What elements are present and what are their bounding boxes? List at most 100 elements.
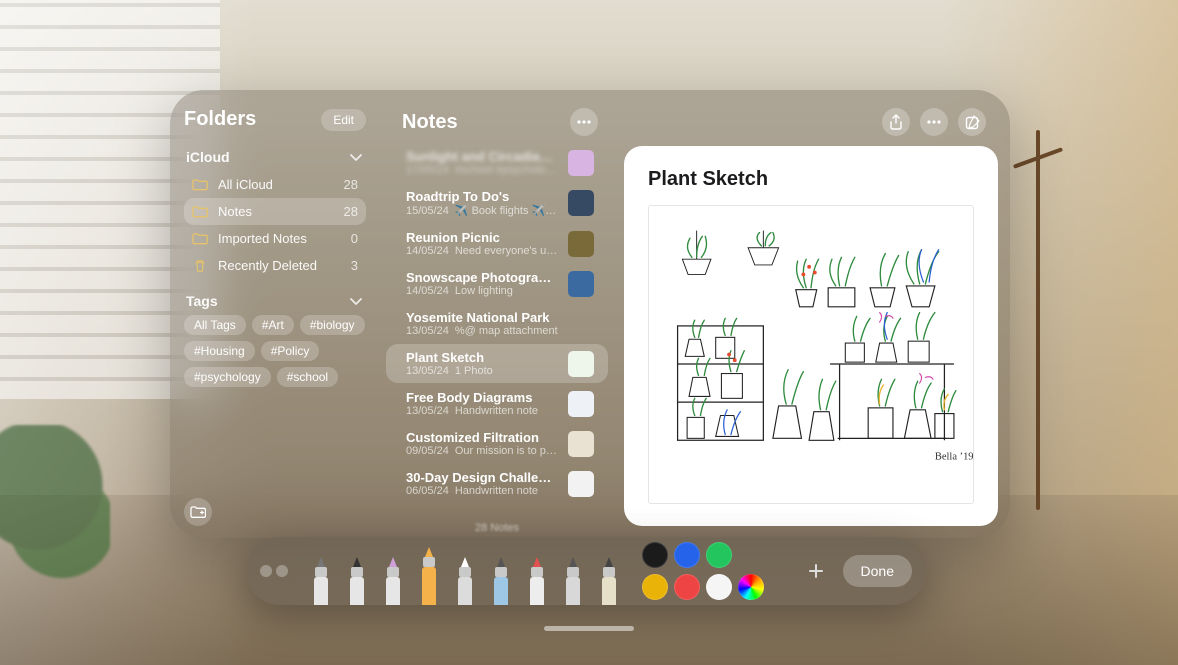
note-item-subtitle: 14/05/24Low lighting — [406, 285, 558, 297]
note-detail-column: Plant Sketch — [614, 90, 1010, 538]
note-item[interactable]: Free Body Diagrams13/05/24Handwritten no… — [386, 384, 608, 423]
note-item[interactable]: Plant Sketch13/05/241 Photo — [386, 344, 608, 383]
folders-sidebar: Folders Edit iCloud All iCloud 28 Notes 28 I… — [170, 90, 380, 538]
folder-icon — [192, 178, 208, 192]
note-item-title: Reunion Picnic — [406, 230, 558, 245]
color-swatch[interactable] — [674, 574, 700, 600]
sidebar-title: Folders — [184, 108, 256, 131]
plus-icon — [807, 562, 825, 580]
sketch-area[interactable]: Bella ’19 — [648, 205, 974, 504]
drawing-tool-palette[interactable]: Done — [246, 537, 926, 605]
tag--housing[interactable]: #Housing — [184, 341, 255, 361]
compose-icon — [965, 115, 980, 130]
tool-highlighter[interactable] — [414, 545, 444, 605]
tag-all-tags[interactable]: All Tags — [184, 315, 246, 335]
icloud-section-header[interactable]: iCloud — [186, 149, 364, 165]
new-folder-button[interactable] — [184, 498, 212, 526]
note-item-subtitle: 13/05/24Handwritten note — [406, 405, 558, 417]
note-thumbnail — [568, 271, 594, 297]
folder-count: 28 — [344, 177, 358, 192]
window-grabber[interactable] — [544, 626, 634, 631]
note-item[interactable]: 30-Day Design Challenge06/05/24Handwritt… — [386, 464, 608, 503]
sketch-signature: Bella ’19 — [935, 451, 973, 462]
note-item-subtitle: 13/05/24%@ map attachment — [406, 325, 594, 337]
pencil-icon — [486, 555, 516, 605]
tool-marker[interactable] — [378, 555, 408, 605]
tool-eraser[interactable] — [450, 555, 480, 605]
tag--school[interactable]: #school — [277, 367, 338, 387]
note-item-title: Roadtrip To Do's — [406, 189, 558, 204]
note-item[interactable]: Sunlight and Circadian Rhyt…17/05/24#sch… — [386, 143, 608, 182]
highlighter-icon — [414, 545, 444, 605]
folder-count: 3 — [351, 258, 358, 273]
note-item-title: Plant Sketch — [406, 350, 558, 365]
color-swatch[interactable] — [642, 542, 668, 568]
done-button[interactable]: Done — [843, 555, 912, 587]
note-item-subtitle: 17/05/24#school #psychology #b… — [406, 164, 558, 176]
note-item-title: Free Body Diagrams — [406, 390, 558, 405]
note-item[interactable]: Reunion Picnic14/05/24Need everyone's up… — [386, 224, 608, 263]
chevron-down-icon — [348, 149, 364, 165]
tags-section-header[interactable]: Tags — [186, 293, 364, 309]
tool-crayon[interactable] — [522, 555, 552, 605]
folder-label: All iCloud — [218, 177, 273, 192]
note-item-title: Customized Filtration — [406, 430, 558, 445]
folder-label: Notes — [218, 204, 252, 219]
color-picker-button[interactable] — [738, 574, 764, 600]
marker-icon — [378, 555, 408, 605]
note-item-subtitle: 06/05/24Handwritten note — [406, 485, 558, 497]
folder-item-recently-deleted[interactable]: Recently Deleted 3 — [184, 252, 366, 279]
folder-icon — [192, 205, 208, 219]
compose-button[interactable] — [958, 108, 986, 136]
folder-count: 28 — [344, 204, 358, 219]
tag--biology[interactable]: #biology — [300, 315, 365, 335]
note-title: Plant Sketch — [648, 168, 974, 191]
notes-list-more-button[interactable] — [570, 108, 598, 136]
tool-brush[interactable] — [594, 555, 624, 605]
tool-pen[interactable] — [306, 555, 336, 605]
note-item[interactable]: Yosemite National Park13/05/24%@ map att… — [386, 304, 608, 343]
note-item-subtitle: 13/05/241 Photo — [406, 365, 558, 377]
note-thumbnail — [568, 351, 594, 377]
tag--policy[interactable]: #Policy — [261, 341, 320, 361]
tool-fine-pen[interactable] — [342, 555, 372, 605]
tool-pencil[interactable] — [486, 555, 516, 605]
folder-item-imported-notes[interactable]: Imported Notes0 — [184, 225, 366, 252]
folder-label: Recently Deleted — [218, 258, 317, 273]
note-item-title: 30-Day Design Challenge — [406, 470, 558, 485]
folder-label: Imported Notes — [218, 231, 307, 246]
note-item[interactable]: Snowscape Photography14/05/24Low lightin… — [386, 264, 608, 303]
tool-fountain-pen[interactable] — [558, 555, 588, 605]
eraser-icon — [450, 555, 480, 605]
brush-icon — [594, 555, 624, 605]
notes-list-title: Notes — [402, 111, 458, 134]
tag--psychology[interactable]: #psychology — [184, 367, 271, 387]
share-button[interactable] — [882, 108, 910, 136]
edit-button[interactable]: Edit — [321, 109, 366, 131]
section-label: iCloud — [186, 149, 230, 165]
ellipsis-icon — [577, 120, 591, 124]
note-canvas[interactable]: Plant Sketch — [624, 146, 998, 526]
detail-more-button[interactable] — [920, 108, 948, 136]
folder-item-all-icloud[interactable]: All iCloud 28 — [184, 171, 366, 198]
note-item-title: Snowscape Photography — [406, 270, 558, 285]
add-tool-button[interactable] — [801, 556, 831, 586]
trash-icon — [192, 259, 208, 273]
tag--art[interactable]: #Art — [252, 315, 294, 335]
share-icon — [889, 114, 903, 130]
chevron-down-icon — [348, 293, 364, 309]
color-swatch[interactable] — [706, 542, 732, 568]
ellipsis-icon — [927, 120, 941, 124]
note-item-title: Yosemite National Park — [406, 310, 594, 325]
note-item[interactable]: Roadtrip To Do's15/05/24✈️ Book flights … — [386, 183, 608, 223]
color-swatch[interactable] — [642, 574, 668, 600]
color-swatch[interactable] — [674, 542, 700, 568]
note-item-subtitle: 14/05/24Need everyone's update… — [406, 245, 558, 257]
folder-item-notes[interactable]: Notes 28 — [184, 198, 366, 225]
color-swatch[interactable] — [706, 574, 732, 600]
crayon-icon — [522, 555, 552, 605]
notes-app-window: Folders Edit iCloud All iCloud 28 Notes 28 I… — [170, 90, 1010, 538]
folder-plus-icon — [190, 505, 206, 519]
palette-drag-handle[interactable] — [260, 565, 288, 577]
note-item[interactable]: Customized Filtration09/05/24Our mission… — [386, 424, 608, 463]
